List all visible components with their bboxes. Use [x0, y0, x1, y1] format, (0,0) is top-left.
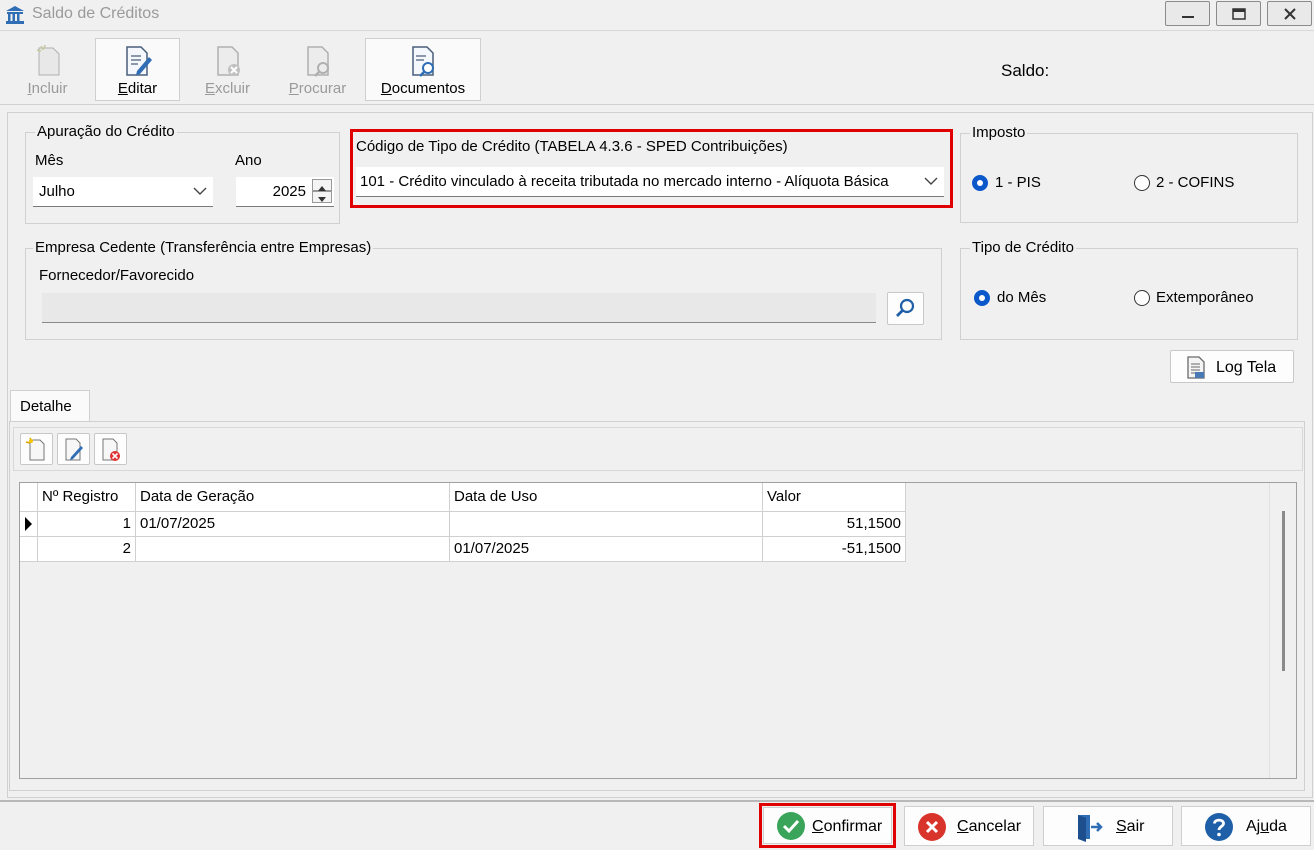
- pis-label[interactable]: 1 - PIS: [995, 174, 1041, 191]
- title-bar: [0, 0, 1314, 31]
- fornecedor-search-button[interactable]: [887, 292, 924, 325]
- codigo-value: 101 - Crédito vinculado à receita tribut…: [360, 173, 889, 190]
- confirm-check-icon: [777, 812, 805, 840]
- do-mes-radio[interactable]: [974, 290, 990, 306]
- table-cell-data-geracao[interactable]: [136, 537, 450, 562]
- delete-document-icon: [216, 46, 240, 76]
- cancel-x-icon: [918, 813, 946, 841]
- col-header-valor[interactable]: Valor: [763, 483, 906, 512]
- extemporaneo-radio[interactable]: [1134, 290, 1150, 306]
- table-cell-data-geracao[interactable]: 01/07/2025: [136, 512, 450, 537]
- imposto-title: Imposto: [970, 124, 1028, 141]
- confirmar-button[interactable]: Confirmar: [763, 807, 892, 844]
- empresa-title: Empresa Cedente (Transferência entre Emp…: [33, 239, 374, 256]
- cancelar-button[interactable]: Cancelar: [904, 806, 1034, 846]
- close-icon: [1284, 8, 1296, 20]
- table-cell-registro[interactable]: 1: [38, 512, 136, 537]
- detalhe-grid: Nº Registro Data de Geração Data de Uso …: [19, 482, 1297, 779]
- scrollbar-thumb[interactable]: [1282, 511, 1285, 671]
- tab-detalhe[interactable]: Detalhe: [10, 390, 90, 422]
- table-cell-registro[interactable]: 2: [38, 537, 136, 562]
- current-row-arrow-icon: [25, 517, 32, 531]
- codigo-select[interactable]: 101 - Crédito vinculado à receita tribut…: [356, 167, 944, 197]
- fornecedor-label: Fornecedor/Favorecido: [39, 267, 195, 284]
- ano-spinner[interactable]: 2025: [236, 177, 334, 207]
- ajuda-button[interactable]: Ajuda: [1181, 806, 1311, 846]
- spin-down-button[interactable]: [312, 191, 332, 203]
- edit-document-icon: [125, 46, 152, 76]
- window-title: Saldo de Créditos: [32, 5, 160, 22]
- minimize-icon: [1182, 16, 1194, 18]
- detalhe-delete-button[interactable]: [94, 433, 127, 465]
- do-mes-label[interactable]: do Mês: [997, 289, 1046, 306]
- chevron-down-icon: [193, 187, 207, 195]
- minimize-button[interactable]: [1165, 1, 1210, 26]
- apuracao-title: Apuração do Crédito: [35, 123, 177, 140]
- documentos-button[interactable]: Documentos: [365, 38, 481, 101]
- mes-value: Julho: [39, 183, 75, 200]
- row-indicator[interactable]: [20, 537, 38, 562]
- detalhe-add-button[interactable]: [20, 433, 53, 465]
- tab-detalhe-label: Detalhe: [20, 398, 72, 415]
- col-header-data-uso[interactable]: Data de Uso: [450, 483, 763, 512]
- table-cell-valor[interactable]: -51,1500: [763, 537, 906, 562]
- new-document-icon: [25, 437, 45, 461]
- row-indicator-header: [20, 483, 38, 512]
- restore-icon: [1232, 8, 1246, 20]
- cofins-label[interactable]: 2 - COFINS: [1156, 174, 1234, 191]
- detalhe-toolbar: [13, 427, 1303, 471]
- extemporaneo-label[interactable]: Extemporâneo: [1156, 289, 1254, 306]
- log-document-icon: [1187, 356, 1205, 379]
- editar-button[interactable]: Editar: [95, 38, 180, 101]
- table-cell-valor[interactable]: 51,1500: [763, 512, 906, 537]
- saldo-label: Saldo:: [1001, 61, 1050, 80]
- chevron-down-icon: [924, 177, 938, 185]
- grid-vertical-scrollbar[interactable]: [1269, 483, 1296, 778]
- help-question-icon: [1205, 813, 1233, 841]
- delete-document-icon: [102, 438, 120, 461]
- mes-select[interactable]: Julho: [33, 177, 213, 207]
- edit-document-icon: [65, 438, 83, 461]
- cofins-radio[interactable]: [1134, 175, 1150, 191]
- ano-label: Ano: [235, 152, 262, 169]
- incluir-button[interactable]: Incluir: [5, 38, 90, 101]
- close-window-button[interactable]: [1267, 1, 1312, 26]
- search-document-icon: [306, 46, 329, 77]
- codigo-title: Código de Tipo de Crédito (TABELA 4.3.6 …: [356, 138, 788, 155]
- col-header-data-geracao[interactable]: Data de Geração: [136, 483, 450, 512]
- log-tela-label: Log Tela: [1216, 359, 1277, 376]
- procurar-button[interactable]: Procurar: [275, 38, 360, 101]
- col-header-registro[interactable]: Nº Registro: [38, 483, 136, 512]
- detalhe-edit-button[interactable]: [57, 433, 90, 465]
- row-indicator[interactable]: [20, 512, 38, 537]
- new-document-icon: [36, 44, 59, 76]
- toolbar-divider: [0, 104, 1314, 105]
- log-tela-button[interactable]: Log Tela: [1170, 350, 1294, 383]
- tipo-credito-title: Tipo de Crédito: [970, 239, 1076, 256]
- arrow-down-icon: [318, 197, 326, 202]
- fornecedor-input[interactable]: [42, 293, 876, 323]
- exit-door-icon: [1078, 815, 1103, 842]
- table-cell-data-uso[interactable]: 01/07/2025: [450, 537, 763, 562]
- excluir-button[interactable]: Excluir: [185, 38, 270, 101]
- table-cell-data-uso[interactable]: [450, 512, 763, 537]
- ano-value: 2025: [272, 183, 306, 200]
- pis-radio[interactable]: [972, 175, 988, 191]
- maximize-button[interactable]: [1216, 1, 1261, 26]
- search-icon: [896, 298, 915, 317]
- mes-label: Mês: [35, 152, 64, 169]
- documents-search-icon: [412, 46, 434, 77]
- sair-button[interactable]: Sair: [1043, 806, 1173, 846]
- spin-up-button[interactable]: [312, 179, 332, 191]
- app-bank-icon: [5, 5, 25, 25]
